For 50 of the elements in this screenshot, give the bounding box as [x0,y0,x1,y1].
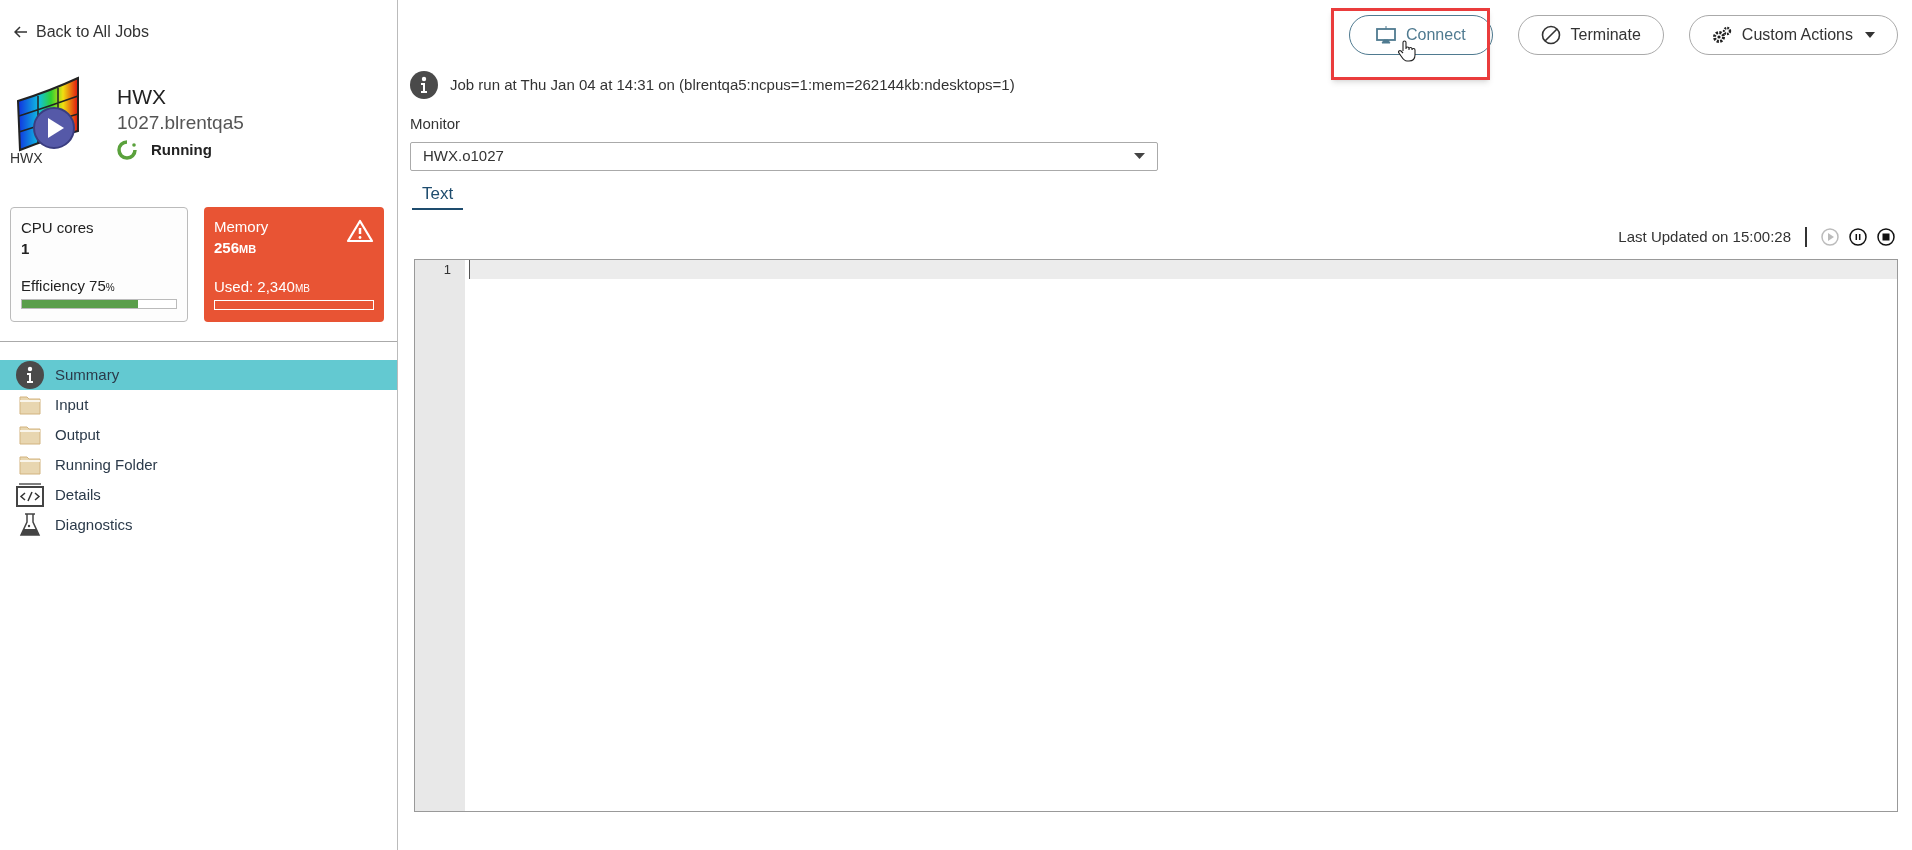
monitor-icon [1376,26,1396,44]
connect-button[interactable]: Connect [1349,15,1493,55]
caret-icon [1865,32,1875,38]
nav-label: Output [55,424,101,445]
folder-icon [16,455,44,475]
folder-icon [16,395,44,415]
job-title: HWX [117,84,167,110]
nav-label: Summary [55,364,120,385]
nav-item[interactable]: Summary [0,360,397,390]
card-label: CPU cores [21,218,94,238]
nav-item[interactable]: Diagnostics [0,510,397,540]
nav-item[interactable]: Running Folder [0,450,397,480]
code-editor[interactable]: 1 [414,258,1898,812]
folder-icon [16,425,44,445]
nav-label: Details [55,484,101,505]
arrow-left-icon [14,26,28,38]
nav-label: Input [55,394,89,415]
nav-label: Running Folder [55,454,158,475]
stop-icon[interactable] [1877,228,1895,247]
caret-icon [1134,153,1145,159]
card-footer: Efficiency 75% [21,277,115,297]
last-updated-text: Last Updated on 15:00:28 [1618,227,1791,247]
prohibited-icon [1540,25,1561,45]
nav-item[interactable]: Output [0,420,397,450]
line-number: 1 [442,260,452,279]
monitor-label: Monitor [410,114,461,134]
nav-label: Diagnostics [55,514,133,535]
card-value: 1 [21,239,30,259]
job-info-text: Job run at Thu Jan 04 at 14:31 on (blrentqa5:ncpus=1:mem=262144kb:ndesktops=1) [450,74,1015,95]
app-label: HWX [10,149,43,168]
monitor-dropdown[interactable]: HWX.o1027 [410,141,1158,171]
nav-item[interactable]: Details [0,480,397,510]
card-footer: Used: 2,340MB [214,278,310,298]
card-value: 256MB [214,238,257,258]
tab[interactable]: Text [412,180,464,210]
pause-icon[interactable] [1849,228,1867,247]
nav-item[interactable]: Input [0,390,397,420]
gears-icon [1711,26,1732,44]
spinner-icon [117,140,137,161]
card-label: Memory [214,217,269,237]
hand-cursor-icon [1398,40,1416,62]
custom-button[interactable]: Custom Actions [1688,15,1898,55]
code-icon [16,483,44,507]
warning-icon [346,219,374,243]
job-id: 1027.blrentqa5 [117,111,244,135]
info-icon [16,361,44,389]
terminate-button[interactable]: Terminate [1517,15,1664,55]
status-label: Running [151,140,212,160]
info-icon [410,71,438,99]
back-link[interactable]: Back to All Jobs [14,20,149,44]
